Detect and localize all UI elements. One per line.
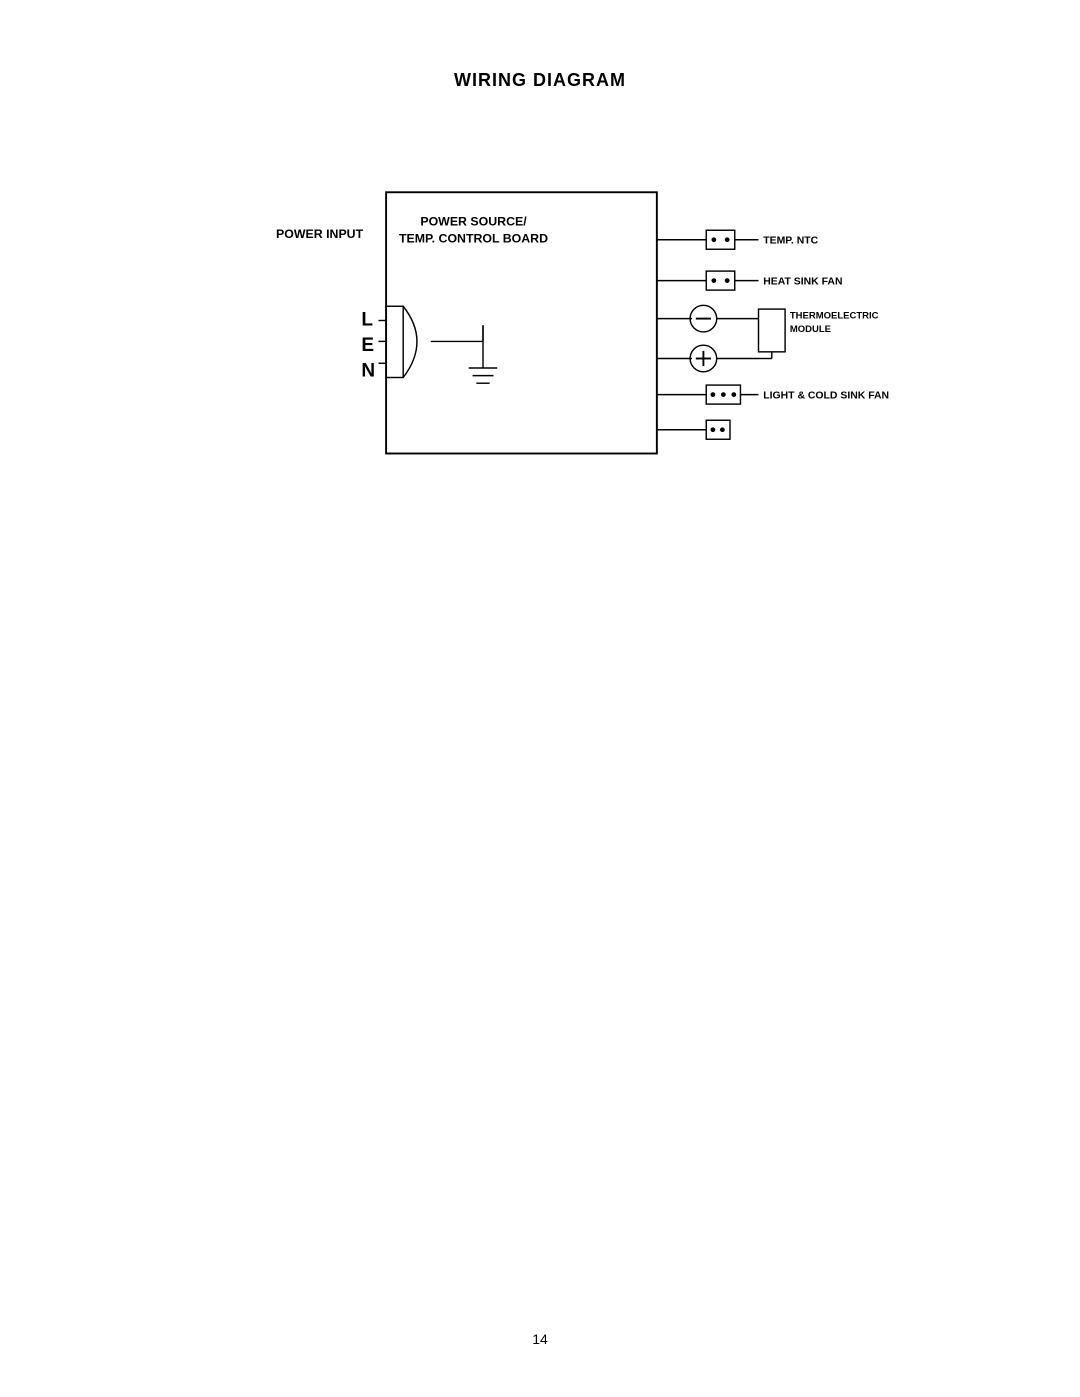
wiring-diagram: POWER SOURCE/ TEMP. CONTROL BOARD POWER … <box>160 140 920 520</box>
svg-text:POWER INPUT: POWER INPUT <box>276 227 364 241</box>
svg-text:POWER SOURCE/: POWER SOURCE/ <box>420 215 527 229</box>
svg-text:N: N <box>361 361 375 382</box>
svg-text:THERMOELECTRIC: THERMOELECTRIC <box>790 311 879 322</box>
svg-text:LIGHT & COLD SINK FAN: LIGHT & COLD SINK FAN <box>763 390 889 401</box>
svg-text:HEAT SINK FAN: HEAT SINK FAN <box>763 276 842 287</box>
svg-text:MODULE: MODULE <box>790 324 831 335</box>
svg-text:L: L <box>361 309 373 330</box>
svg-text:TEMP. NTC: TEMP. NTC <box>763 236 818 247</box>
svg-text:TEMP. CONTROL BOARD: TEMP. CONTROL BOARD <box>399 232 548 246</box>
page-number: 14 <box>0 1331 1080 1347</box>
page-title: WIRING DIAGRAM <box>0 0 1080 91</box>
svg-text:E: E <box>361 335 374 356</box>
